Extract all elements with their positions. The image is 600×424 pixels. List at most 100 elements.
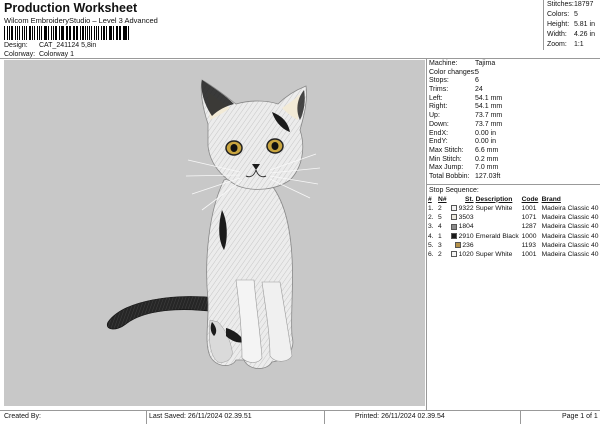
cell-description: Super White	[475, 204, 513, 212]
created-by: Created By:	[4, 413, 41, 420]
machine-prop-row: Stops: 6	[427, 77, 600, 86]
machine-prop-row: Max Jump: 7.0 mm	[427, 164, 600, 173]
design-label: Design:	[4, 42, 28, 49]
properties-panel: Machine: Tajima Color changes:5 Stops: 6 Trim…	[427, 60, 600, 406]
stop-sequence-row[interactable]: 6. 2 1020 Super White 1001 Madeira Classic 4…	[427, 250, 599, 259]
design-value: CAT_241124 5,8in	[38, 42, 97, 49]
panel-divider	[427, 183, 600, 185]
cell-code: 1193	[521, 241, 536, 249]
colorway-row: Colorway: Colorway 1	[4, 51, 74, 58]
color-swatch	[450, 205, 457, 211]
stitch-count: 3503	[458, 214, 474, 222]
stitch-count: 9322	[458, 204, 474, 212]
software-name: Wilcom EmbroideryStudio – Level 3 Advanc…	[4, 16, 158, 25]
color-swatch	[450, 251, 457, 258]
footer-divider	[0, 410, 600, 411]
stop-sequence-row[interactable]: 2. 5 3503 1071 Madeira Classic 40	[427, 213, 599, 222]
color-swatch	[450, 223, 457, 230]
col-needle: N#	[438, 195, 447, 203]
stop-sequence-header: # N# St. Description Code Brand	[427, 195, 599, 204]
cell-brand: Madeira Classic 40	[541, 232, 599, 240]
cell-needle: 3	[438, 241, 442, 249]
stat-width: Width: 4.26 in	[547, 31, 595, 38]
colorway-label: Colorway:	[4, 51, 36, 58]
cell-code: 1000	[521, 232, 537, 240]
footer-sep-2	[324, 410, 325, 424]
machine-prop-row: Left: 54.1 mm	[427, 95, 600, 104]
last-saved: Last Saved: 26/11/2024 02.39.51	[149, 413, 252, 420]
stat-colors: Colors: 5	[547, 11, 578, 18]
prop-value: 73.7 mm	[475, 120, 503, 128]
stitch-count: 1804	[458, 223, 474, 231]
prop-value: 0.00 in	[475, 129, 497, 137]
cell-needle: 2	[438, 251, 442, 259]
stop-sequence-table: # N# St. Description Code Brand 1. 2 9322…	[427, 195, 599, 260]
cell-num: 2.	[428, 214, 434, 222]
worksheet-header: Production Worksheet Wilcom EmbroiderySt…	[0, 0, 600, 58]
machine-prop-row: Min Stitch: 0.2 mm	[427, 156, 600, 165]
cell-needle: 2	[438, 204, 442, 212]
prop-value: 7.0 mm	[475, 164, 499, 172]
stat-zoom: Zoom: 1:1	[547, 41, 584, 48]
machine-prop-row: EndX: 0.00 in	[427, 130, 600, 139]
col-brand: Brand	[541, 195, 561, 203]
stop-sequence-row[interactable]: 4. 1 2910 Emerald Black 1000 Madeira Classic…	[427, 232, 599, 241]
cell-needle: 5	[438, 214, 442, 222]
cell-description: Emerald Black	[475, 232, 519, 240]
machine-prop-row: Down: 73.7 mm	[427, 121, 600, 130]
design-row: Design: CAT_241124 5,8in	[4, 42, 96, 49]
cell-brand: Madeira Classic 40	[541, 214, 599, 222]
prop-label: EndX:	[429, 129, 449, 137]
footer-sep-3	[520, 410, 521, 424]
machine-prop-row: Up: 73.7 mm	[427, 112, 600, 121]
stitch-count: 236	[462, 241, 474, 249]
barcode	[4, 26, 130, 40]
prop-label: Max Jump:	[429, 164, 464, 172]
prop-label: Up:	[429, 112, 440, 120]
col-num: #	[428, 195, 432, 203]
prop-label: Left:	[429, 94, 443, 102]
cell-brand: Madeira Classic 40	[541, 241, 599, 249]
machine-prop-row: Right: 54.1 mm	[427, 103, 600, 112]
color-swatch	[450, 232, 457, 239]
cell-code: 1001	[521, 204, 537, 212]
cell-stitches: 3503	[448, 213, 475, 222]
cell-num: 4.	[428, 232, 434, 240]
cell-stitches: 1804	[448, 222, 475, 231]
cell-brand: Madeira Classic 40	[541, 251, 599, 259]
cell-stitches: 9322	[448, 204, 475, 213]
prop-value: 6	[475, 77, 479, 85]
prop-value: 127.03ft	[475, 172, 501, 180]
stop-sequence-row[interactable]: 1. 2 9322 Super White 1001 Madeira Classic 4…	[427, 204, 599, 213]
header-divider	[0, 58, 600, 59]
cat-tail	[106, 296, 219, 330]
prop-value: 0.2 mm	[475, 155, 499, 163]
stop-sequence-row[interactable]: 3. 4 1804 1287 Madeira Classic 40	[427, 222, 599, 231]
prop-label: Max Stitch:	[429, 146, 464, 154]
stat-height: Height: 5.81 in	[547, 21, 595, 28]
colorway-value: Colorway 1	[38, 51, 74, 58]
machine-prop-row: EndY: 0.00 in	[427, 138, 600, 147]
cell-needle: 1	[438, 232, 442, 240]
cell-num: 5.	[428, 241, 434, 249]
cell-needle: 4	[438, 223, 442, 231]
prop-label: Min Stitch:	[429, 155, 462, 163]
stop-sequence-row[interactable]: 5. 3 236 1193 Madeira Classic 40	[427, 241, 599, 250]
stitch-count: 2910	[458, 232, 474, 240]
design-canvas[interactable]	[4, 60, 425, 406]
cell-description	[475, 222, 521, 231]
cell-num: 3.	[428, 223, 434, 231]
panel-border	[426, 59, 427, 410]
prop-label: Machine:	[429, 60, 458, 67]
machine-prop-row: Color changes:5	[427, 69, 600, 78]
cell-description: Super White	[475, 251, 513, 259]
color-swatch	[450, 214, 457, 221]
footer-sep-1	[146, 410, 147, 424]
worksheet-title: Production Worksheet	[4, 1, 138, 15]
cell-description	[475, 213, 521, 222]
printed-date: Printed: 26/11/2024 02.39.54	[355, 413, 445, 420]
cell-num: 6.	[428, 251, 434, 259]
prop-value: 5	[475, 68, 479, 76]
prop-label: Right:	[429, 103, 448, 111]
prop-value: 54.1 mm	[475, 103, 503, 111]
